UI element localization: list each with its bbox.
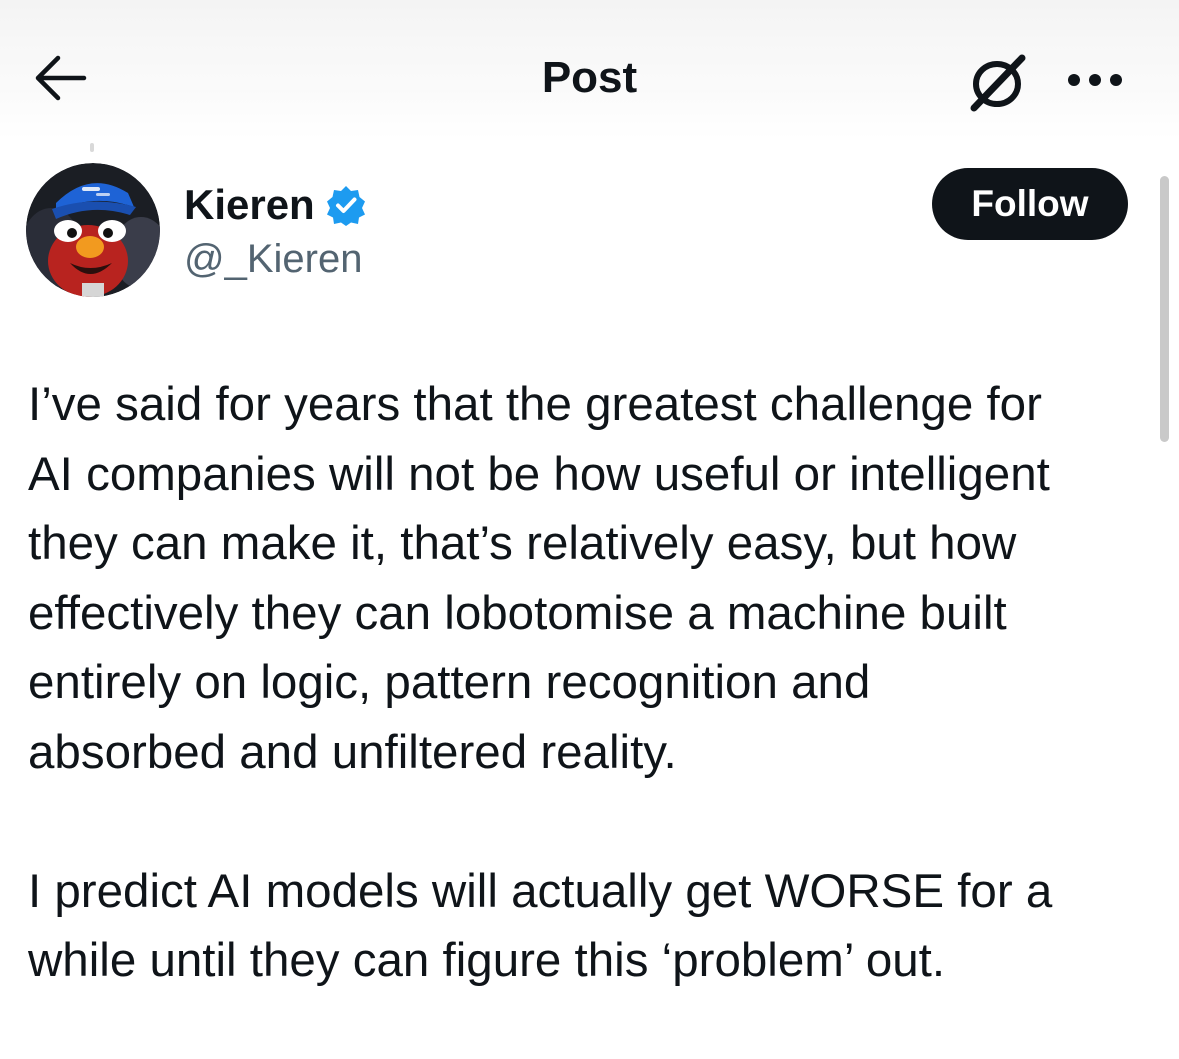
avatar[interactable] <box>26 163 160 297</box>
avatar-image <box>26 163 160 297</box>
post-screen: Post Kieren @_Kieren Follow I’ve said fo… <box>0 0 1179 1059</box>
top-navigation-bar: Post <box>0 0 1179 140</box>
post-line: I’ve said for years that the greatest ch… <box>28 378 1042 431</box>
grok-icon <box>970 54 1026 112</box>
post-line: effectively they can lobotomise a machin… <box>28 586 1007 640</box>
author-display-name[interactable]: Kieren <box>184 178 315 232</box>
post-line: AI companies will not be how useful or i… <box>28 447 1050 501</box>
post-line: entirely on logic, pattern recognition a… <box>28 656 871 709</box>
post-line: I predict AI models will actually get WO… <box>28 864 1053 918</box>
grok-button[interactable] <box>962 50 1032 114</box>
back-button[interactable] <box>28 48 92 108</box>
more-options-button[interactable] <box>1060 62 1130 98</box>
more-horizontal-icon <box>1068 74 1122 86</box>
verified-badge-icon <box>326 186 365 226</box>
thread-connector <box>90 143 94 152</box>
post-line: while until they can figure this ‘proble… <box>28 934 946 987</box>
arrow-left-icon <box>35 55 87 101</box>
post-paragraph-1: I’ve said for years that the greatest ch… <box>28 370 1153 787</box>
author-name-row: Kieren <box>184 178 367 232</box>
post-line: absorbed and unfiltered reality. <box>28 725 677 779</box>
follow-button[interactable]: Follow <box>932 168 1128 240</box>
post-paragraph-2: I predict AI models will actually get WO… <box>28 857 1153 996</box>
post-text: I’ve said for years that the greatest ch… <box>28 370 1153 996</box>
scrollbar[interactable] <box>1160 176 1169 442</box>
post-line: they can make it, that’s relatively easy… <box>28 517 1017 570</box>
author-handle[interactable]: @_Kieren <box>184 233 362 285</box>
